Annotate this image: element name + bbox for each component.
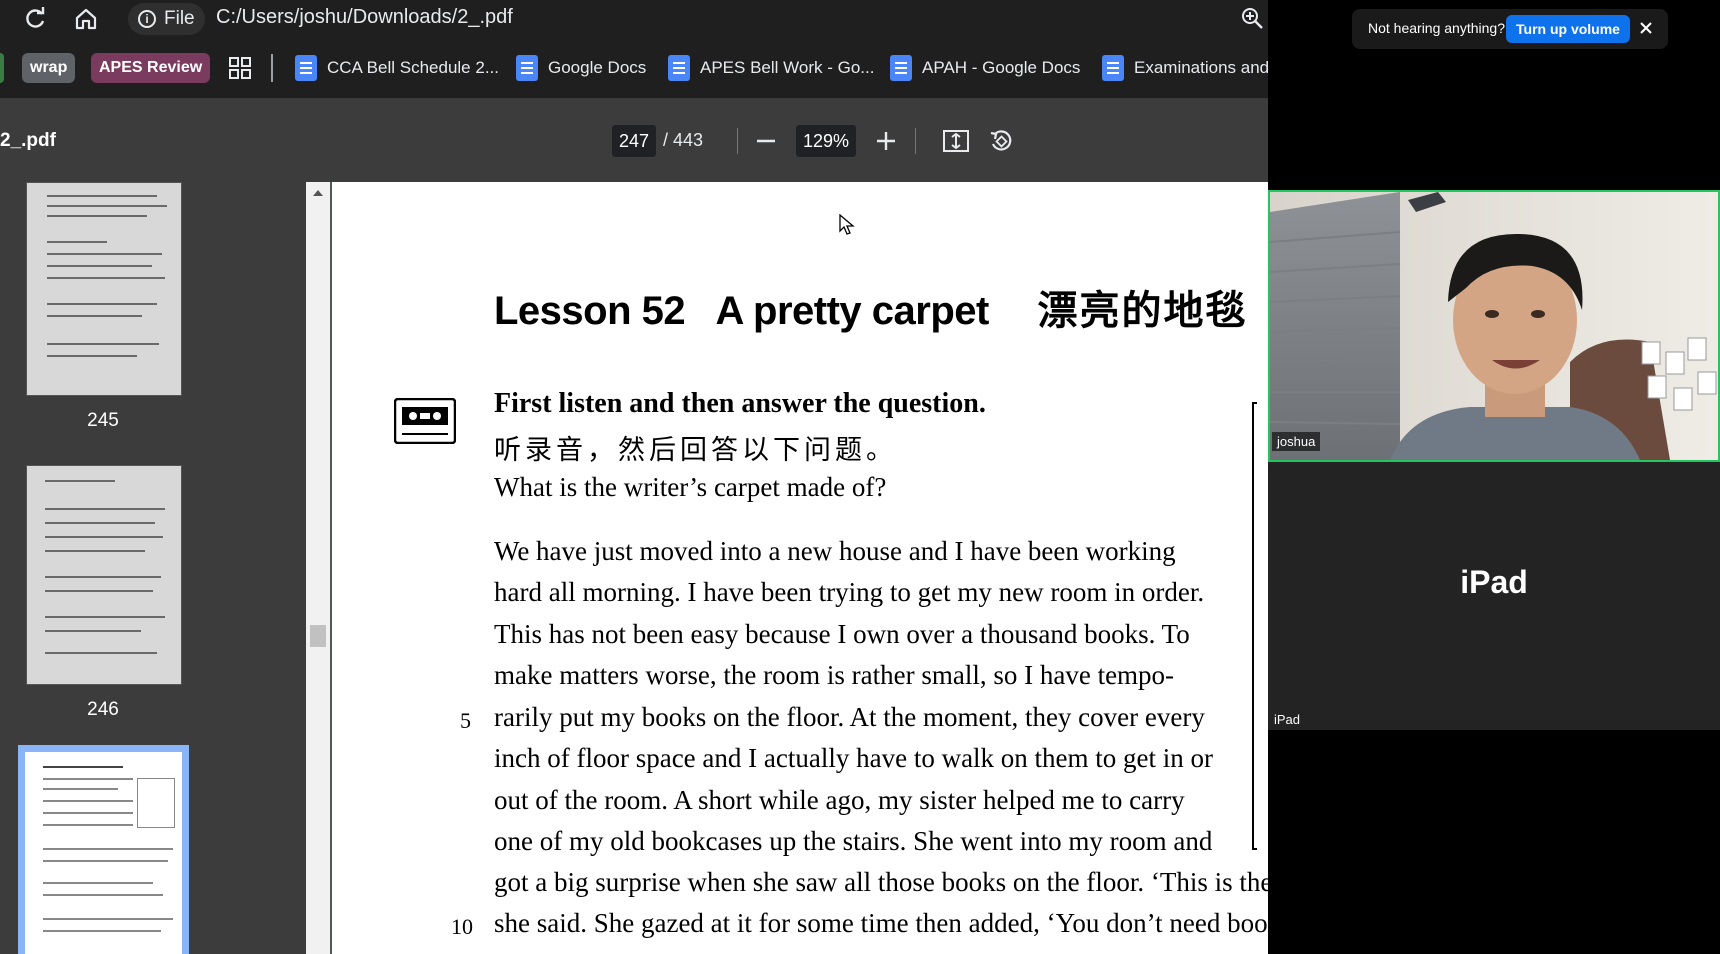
scroll-up-arrow-icon[interactable] bbox=[313, 190, 323, 196]
participant-video-joshua[interactable]: joshua bbox=[1268, 190, 1720, 462]
participant-name-tag: joshua bbox=[1272, 432, 1321, 451]
pdf-toolbar: 2_.pdf 247 / 443 129% bbox=[0, 99, 1268, 182]
thumbnail-label: 246 bbox=[87, 699, 119, 720]
close-icon[interactable] bbox=[1639, 21, 1653, 35]
google-docs-icon bbox=[668, 55, 690, 81]
bookmark-label: APAH - Google Docs bbox=[922, 58, 1081, 77]
scheme-label: File bbox=[164, 8, 195, 29]
scrollbar-thumb[interactable] bbox=[310, 625, 326, 647]
illustration-frame-edge bbox=[1252, 402, 1257, 850]
bookmark-chip-edge[interactable] bbox=[0, 53, 4, 83]
audio-notice: Not hearing anything? Turn up volume bbox=[1352, 9, 1668, 49]
bookmark-folder-wrap[interactable]: wrap bbox=[22, 53, 76, 83]
lesson-title-en: Lesson 52 A pretty carpet bbox=[494, 289, 989, 333]
google-docs-icon bbox=[516, 55, 538, 81]
url-text[interactable]: C:/Users/joshu/Downloads/2_.pdf bbox=[216, 6, 513, 29]
instruction-en: First listen and then answer the questio… bbox=[494, 388, 986, 419]
thumbnail-sidebar: 245 246 bbox=[0, 182, 306, 954]
scrollbar-track[interactable] bbox=[306, 182, 330, 954]
paragraph-line: out of the room. A short while ago, my s… bbox=[494, 785, 1185, 815]
google-docs-icon bbox=[1102, 55, 1124, 81]
apps-grid-icon[interactable] bbox=[229, 57, 251, 79]
paragraph-line: make matters worse, the room is rather s… bbox=[494, 660, 1175, 690]
bookmark-apah[interactable]: APAH - Google Docs bbox=[890, 52, 1080, 84]
page-total: / 443 bbox=[663, 130, 704, 150]
turn-up-volume-button[interactable]: Turn up volume bbox=[1506, 15, 1630, 43]
zoom-out-icon[interactable] bbox=[755, 130, 777, 152]
paragraph-line: We have just moved into a new house and … bbox=[494, 536, 1176, 566]
bookmark-google-docs[interactable]: Google Docs bbox=[516, 52, 646, 84]
address-bar-row: i File C:/Users/joshu/Downloads/2_.pdf bbox=[0, 0, 1268, 38]
bookmark-examinations[interactable]: Examinations and bbox=[1102, 52, 1268, 84]
thumbnail-label: 245 bbox=[87, 410, 119, 431]
participant-video-frame bbox=[1270, 192, 1718, 460]
thumbnail-page[interactable] bbox=[26, 182, 182, 396]
bookmarks-separator bbox=[271, 54, 273, 82]
cassette-icon bbox=[393, 397, 457, 445]
zoom-in-icon[interactable] bbox=[875, 130, 897, 152]
zoom-level-input[interactable]: 129% bbox=[796, 125, 856, 157]
home-icon[interactable] bbox=[73, 6, 99, 32]
bookmark-folder-apes-review[interactable]: APES Review bbox=[91, 53, 211, 83]
thumbnail-page-selected[interactable] bbox=[18, 745, 189, 954]
bookmark-label: Google Docs bbox=[548, 58, 647, 77]
line-number: 10 bbox=[451, 914, 473, 939]
toolbar-divider bbox=[737, 128, 738, 154]
fit-page-icon[interactable] bbox=[942, 128, 970, 154]
ipad-tile-title: iPad bbox=[1460, 564, 1528, 600]
google-docs-icon bbox=[295, 55, 317, 81]
paragraph-line: rarily put my books on the floor. At the… bbox=[494, 702, 1205, 732]
participant-tile-ipad[interactable]: iPad iPad bbox=[1268, 462, 1720, 730]
toolbar-divider bbox=[915, 128, 916, 154]
ipad-name-tag: iPad bbox=[1274, 712, 1301, 727]
bookmark-label: CCA Bell Schedule 2... bbox=[327, 58, 499, 77]
paragraph-line: inch of floor space and I actually have … bbox=[494, 743, 1214, 773]
zoom-icon[interactable] bbox=[1240, 6, 1264, 30]
browser-window: i File C:/Users/joshu/Downloads/2_.pdf w… bbox=[0, 0, 1268, 954]
bookmark-label: Examinations and bbox=[1134, 58, 1268, 77]
line-number: 5 bbox=[460, 708, 471, 733]
thumbnail-page[interactable] bbox=[26, 465, 182, 685]
info-icon: i bbox=[138, 10, 156, 28]
pdf-viewer[interactable]: Lesson 52 A pretty carpet 漂亮的地毯 First li… bbox=[306, 182, 1268, 954]
site-info-chip[interactable]: i File bbox=[128, 3, 205, 35]
lesson-title-zh: 漂亮的地毯 bbox=[1037, 289, 1248, 333]
question-text: What is the writer’s carpet made of? bbox=[494, 472, 887, 502]
paragraph-line: she said. She gazed at it for some time … bbox=[494, 908, 1268, 938]
page-number-input[interactable]: 247 bbox=[612, 125, 656, 157]
mouse-cursor-icon bbox=[839, 213, 855, 236]
bookmark-cca-bell-schedule[interactable]: CCA Bell Schedule 2... bbox=[295, 52, 499, 84]
pdf-filename: 2_.pdf bbox=[0, 130, 56, 151]
lesson-title: Lesson 52 A pretty carpet 漂亮的地毯 bbox=[494, 278, 1247, 336]
instruction-zh: 听录音，然后回答以下问题。 bbox=[494, 435, 897, 465]
google-docs-icon bbox=[890, 55, 912, 81]
paragraph-line: got a big surprise when she saw all thos… bbox=[494, 867, 1268, 897]
bookmarks-bar: wrap APES Review CCA Bell Schedule 2... … bbox=[0, 38, 1268, 99]
paragraph-line: hard all morning. I have been trying to … bbox=[494, 577, 1205, 607]
notice-text: Not hearing anything? bbox=[1368, 20, 1505, 36]
paragraph-line: This has not been easy because I own ove… bbox=[494, 619, 1190, 649]
paragraph-line: one of my old bookcases up the stairs. S… bbox=[494, 826, 1213, 856]
bookmark-label: APES Bell Work - Go... bbox=[700, 58, 875, 77]
bookmark-apes-bell-work[interactable]: APES Bell Work - Go... bbox=[668, 52, 874, 84]
pdf-page: Lesson 52 A pretty carpet 漂亮的地毯 First li… bbox=[332, 182, 1268, 954]
rotate-icon[interactable] bbox=[988, 128, 1014, 154]
reload-icon[interactable] bbox=[22, 6, 48, 32]
